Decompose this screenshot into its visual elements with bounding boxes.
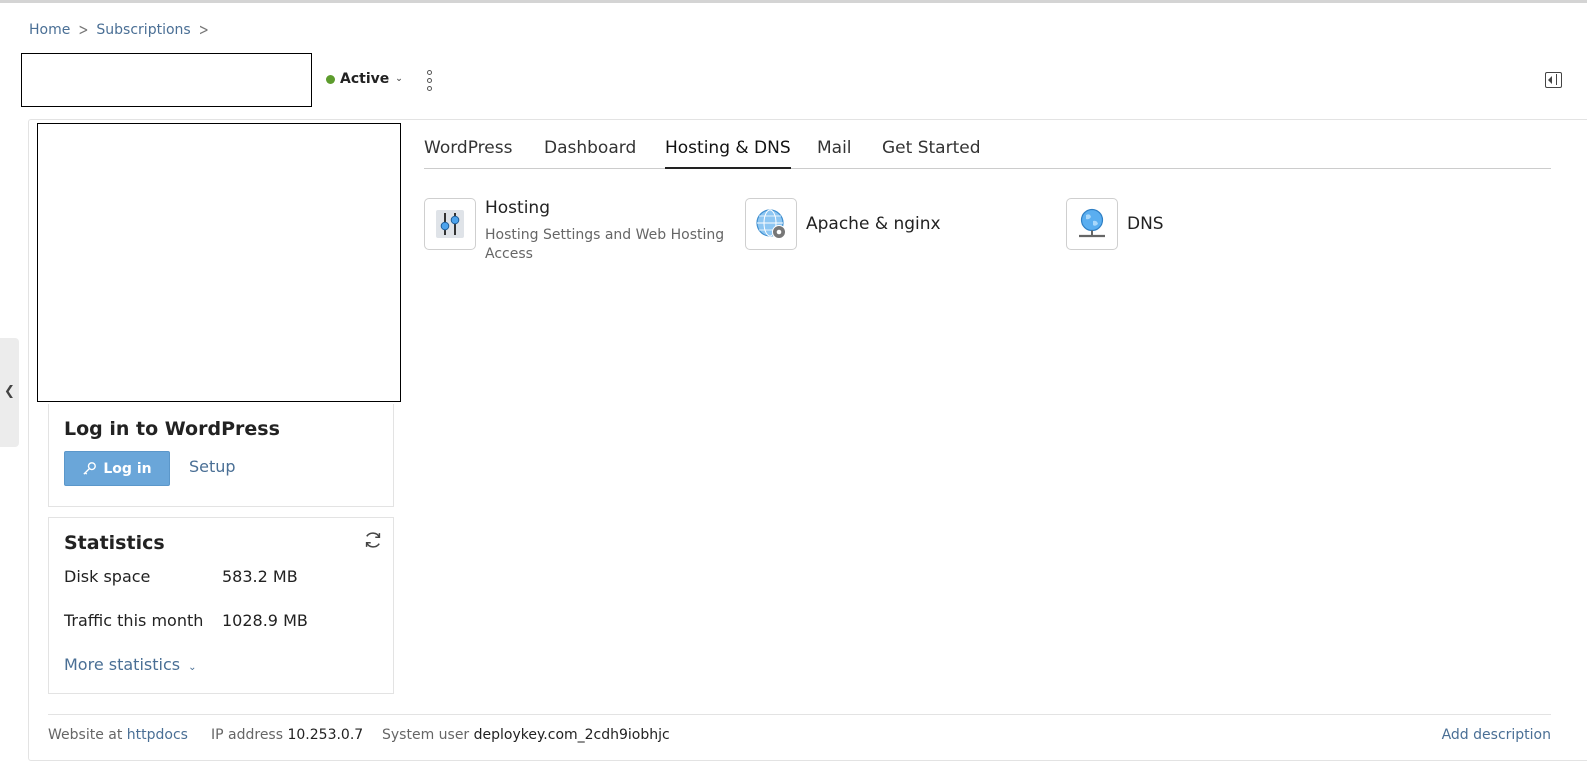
setup-link[interactable]: Setup <box>189 457 236 476</box>
footer-system-user: System user deploykey.com_2cdh9iobhjc <box>382 727 670 743</box>
tab-wordpress[interactable]: WordPress <box>424 138 512 169</box>
tab-dashboard[interactable]: Dashboard <box>544 138 636 169</box>
tab-hosting-dns[interactable]: Hosting & DNS <box>665 138 791 169</box>
breadcrumb-subscriptions[interactable]: Subscriptions <box>96 22 190 38</box>
footer-user-value: deploykey.com_2cdh9iobhjc <box>473 727 670 743</box>
panel-toggle-icon[interactable] <box>1545 72 1562 88</box>
more-actions-icon[interactable] <box>424 70 434 91</box>
more-statistics-label: More statistics <box>64 655 181 674</box>
footer-website: Website at httpdocs <box>48 727 188 743</box>
breadcrumb-separator: > <box>198 20 209 40</box>
stat-label: Traffic this month <box>64 611 204 630</box>
wordpress-login-widget: Log in to WordPress Log in Setup <box>48 404 394 507</box>
tool-name: DNS <box>1127 214 1164 234</box>
stat-label: Disk space <box>64 567 151 586</box>
tool-icon-box <box>1066 198 1118 250</box>
tab-mail[interactable]: Mail <box>817 138 852 169</box>
breadcrumb-separator: > <box>78 20 89 40</box>
status-dropdown[interactable]: Active ⌄ <box>326 71 403 87</box>
stat-value: 583.2 MB <box>222 567 298 586</box>
more-statistics-link[interactable]: More statistics ⌄ <box>64 655 196 674</box>
chevron-down-icon: ⌄ <box>395 74 403 84</box>
statistics-title: Statistics <box>64 532 165 554</box>
tool-name: Hosting <box>485 198 550 218</box>
status-dot <box>326 74 335 84</box>
key-icon <box>83 462 97 475</box>
chevron-left-icon: ❮ <box>4 384 15 399</box>
footer-website-label: Website at <box>48 727 123 743</box>
website-preview-redacted <box>37 123 401 402</box>
subscription-footer: Website at httpdocs IP address 10.253.0.… <box>48 714 1551 758</box>
tool-name: Apache & nginx <box>806 214 941 234</box>
tool-description: Hosting Settings and Web Hosting Access <box>485 227 725 262</box>
breadcrumb: Home > Subscriptions > <box>29 20 217 40</box>
login-button-label: Log in <box>103 460 152 477</box>
footer-user-label: System user <box>382 727 470 743</box>
footer-ip: IP address 10.253.0.7 <box>211 727 363 743</box>
globe-network-icon <box>1079 208 1105 238</box>
globe-gear-icon <box>756 209 786 239</box>
breadcrumb-home[interactable]: Home <box>29 22 70 38</box>
add-description-link[interactable]: Add description <box>1442 727 1551 743</box>
footer-website-link[interactable]: httpdocs <box>127 727 188 743</box>
subscription-title-redacted <box>21 53 312 107</box>
collapse-sidebar-handle[interactable]: ❮ <box>0 338 19 447</box>
tool-dns[interactable]: DNS <box>1066 198 1164 250</box>
tool-apache-nginx[interactable]: Apache & nginx <box>745 198 941 250</box>
tab-bar: WordPress Dashboard Hosting & DNS Mail G… <box>424 138 1551 169</box>
footer-ip-value: 10.253.0.7 <box>287 727 364 743</box>
tool-icon-box <box>745 198 797 250</box>
statistics-widget: Statistics Disk space 583.2 MB Traffic t… <box>48 517 394 694</box>
login-button[interactable]: Log in <box>64 451 170 486</box>
footer-ip-label: IP address <box>211 727 284 743</box>
refresh-icon[interactable] <box>362 529 384 551</box>
tab-get-started[interactable]: Get Started <box>882 138 980 169</box>
chevron-down-icon: ⌄ <box>188 662 197 673</box>
top-border <box>0 0 1587 3</box>
sliders-icon <box>436 210 464 238</box>
stat-value: 1028.9 MB <box>222 611 308 630</box>
tool-hosting[interactable]: Hosting Hosting Settings and Web Hosting… <box>424 198 735 264</box>
tool-icon-box <box>424 198 476 250</box>
status-label: Active <box>340 71 390 87</box>
login-widget-title: Log in to WordPress <box>64 418 280 440</box>
